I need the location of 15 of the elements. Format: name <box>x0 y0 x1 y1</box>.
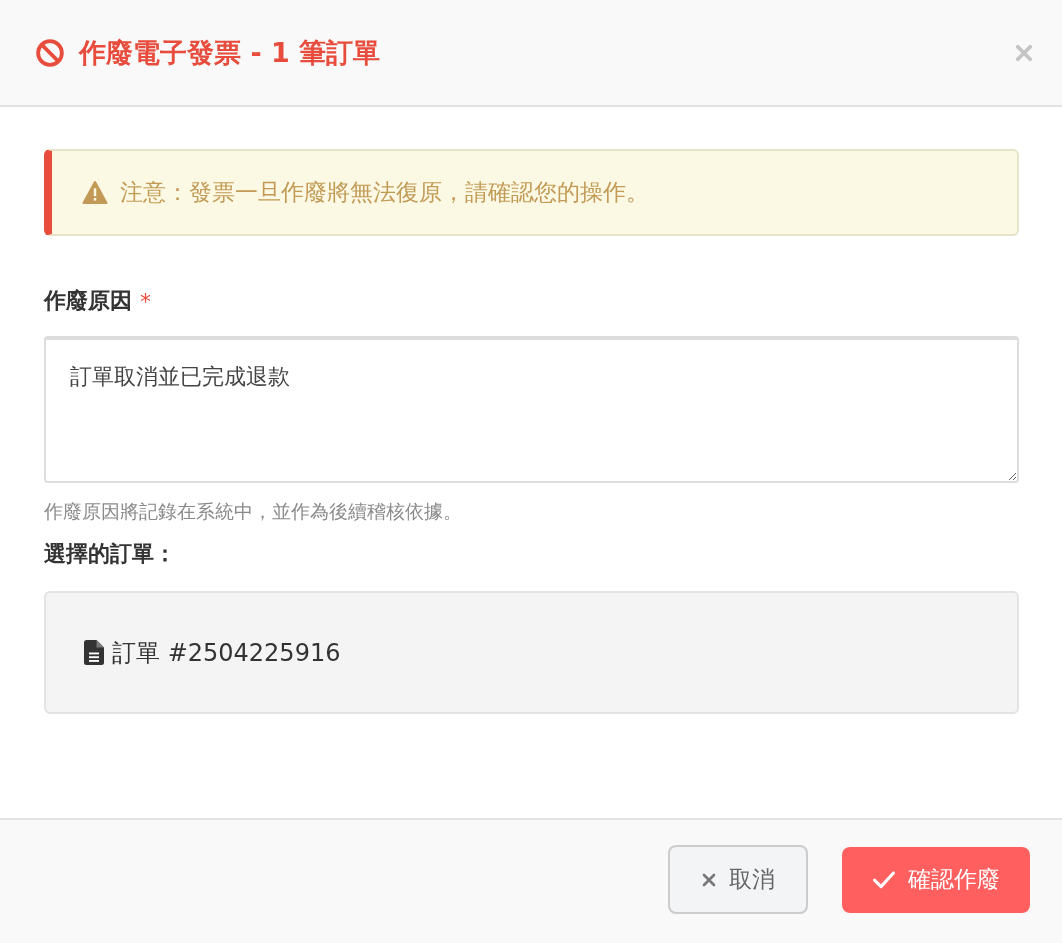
alert-text: 注意：發票一旦作廢將無法復原，請確認您的操作。 <box>120 178 649 207</box>
checkmark-icon <box>872 870 896 889</box>
close-icon <box>701 871 717 888</box>
confirm-button[interactable]: 確認作廢 <box>842 846 1030 913</box>
dialog-title: 作廢電子發票 - 1 筆訂單 <box>79 35 382 70</box>
ban-icon <box>35 37 65 68</box>
section-label: 選擇的訂單： <box>44 540 177 568</box>
reason-input[interactable]: 訂單取消並已完成退款 <box>44 336 1019 483</box>
cancel-button[interactable]: 取消 <box>668 845 808 914</box>
order-item: 訂單 #2504225916 <box>112 637 341 669</box>
field-label: 作廢原因 <box>44 287 132 315</box>
warning-icon <box>82 181 108 204</box>
required-mark: * <box>140 288 151 314</box>
help-text: 作廢原因將記錄在系統中，並作為後續稽核依據。 <box>44 499 463 524</box>
document-icon <box>84 640 104 665</box>
